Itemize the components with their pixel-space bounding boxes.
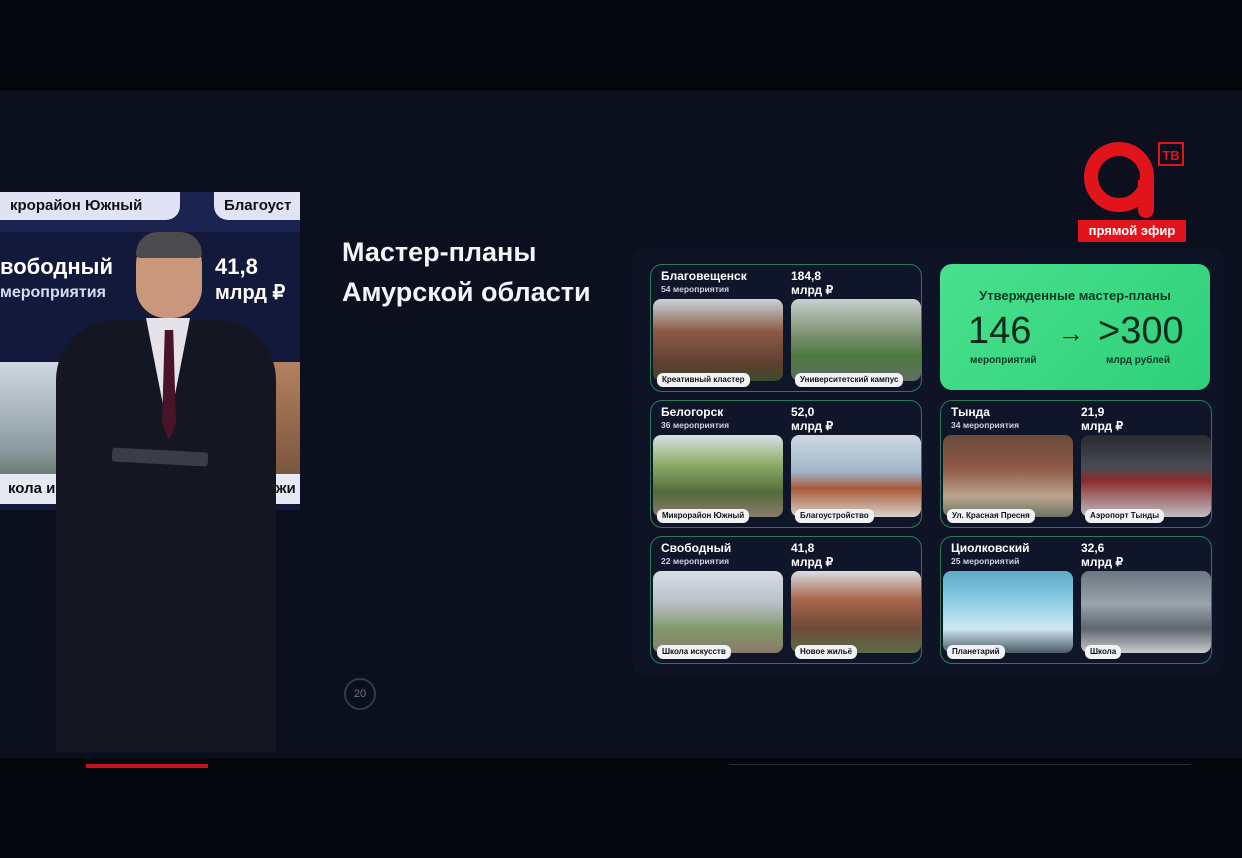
city-tag-right: Аэропорт Тынды [1085,509,1165,523]
summary-events-label: мероприятий [970,355,1037,366]
presenter-hair [136,232,202,258]
city-name: Циолковский [951,541,1030,555]
live-badge: прямой эфир [1078,220,1186,242]
stage-chip-right: Благоуст [214,192,300,220]
summary-title: Утвержденные мастер-планы [979,288,1171,303]
city-amount: 41,8 млрд ₽ [791,541,834,569]
city-name: Благовещенск [661,269,747,283]
city-card-belogorsk: Белогорск 36 мероприятия 52,0 млрд ₽ Микр… [650,400,922,528]
summary-amount-value: >300 [1098,310,1184,352]
city-photo-left [653,435,783,517]
city-tag-right: Новое жильё [795,645,858,659]
city-photo-left [943,435,1073,517]
city-tag-left: Микрорайон Южный [657,509,750,523]
city-events: 54 мероприятия [661,284,730,294]
city-photo-right [791,435,921,517]
city-photo-right [1081,435,1211,517]
city-name: Тында [951,405,990,419]
summary-events-value: 146 [968,310,1032,352]
city-amount: 184,8 млрд ₽ [791,269,834,297]
city-card-blagoveshchensk: Благовещенск 54 мероприятия 184,8 млрд ₽ … [650,264,922,392]
city-amount: 21,9 млрд ₽ [1081,405,1124,433]
channel-logo-tail [1138,180,1154,218]
city-photo-right [791,299,921,381]
city-photo-left [653,299,783,381]
city-card-tsiolkovsky: Циолковский 25 мероприятий 32,6 млрд ₽ Пл… [940,536,1212,664]
channel-logo: ТВ прямой эфир [1078,140,1188,242]
city-tag-right: Школа [1085,645,1122,659]
city-photo-left [653,571,783,653]
presenter [56,232,276,752]
city-tag-left: Школа искусств [657,645,731,659]
city-photo-left [943,571,1073,653]
summary-card: Утвержденные мастер-планы 146 → >300 мер… [940,264,1210,390]
city-events: 25 мероприятий [951,556,1020,566]
city-photo-right [1081,571,1211,653]
city-name: Белогорск [661,405,724,419]
city-events: 34 мероприятия [951,420,1020,430]
city-amount: 32,6 млрд ₽ [1081,541,1124,569]
city-photo-right [791,571,921,653]
channel-tv-badge: ТВ [1158,142,1184,166]
slide-title: Мастер-планы Амурской области [342,237,591,307]
city-tag-left: Ул. Красная Пресня [947,509,1035,523]
city-card-tynda: Тында 34 мероприятия 21,9 млрд ₽ Ул. Крас… [940,400,1212,528]
slide-page-number: 20 [344,678,376,710]
lower-divider [730,764,1190,765]
lower-red-bar [86,764,208,768]
city-name: Свободный [661,541,732,555]
summary-arrow: → [1058,318,1084,348]
city-card-svobodny: Свободный 22 мероприятия 41,8 млрд ₽ Школ… [650,536,922,664]
cities-grid: Благовещенск 54 мероприятия 184,8 млрд ₽ … [632,248,1224,676]
city-events: 36 мероприятия [661,420,730,430]
city-amount: 52,0 млрд ₽ [791,405,834,433]
city-tag-left: Креативный кластер [657,373,750,387]
city-tag-right: Университетский кампус [795,373,904,387]
city-tag-right: Благоустройство [795,509,874,523]
stage-chip-left: крорайон Южный [0,192,180,220]
summary-amount-label: млрд рублей [1106,355,1171,366]
city-events: 22 мероприятия [661,556,730,566]
city-tag-left: Планетарий [947,645,1005,659]
